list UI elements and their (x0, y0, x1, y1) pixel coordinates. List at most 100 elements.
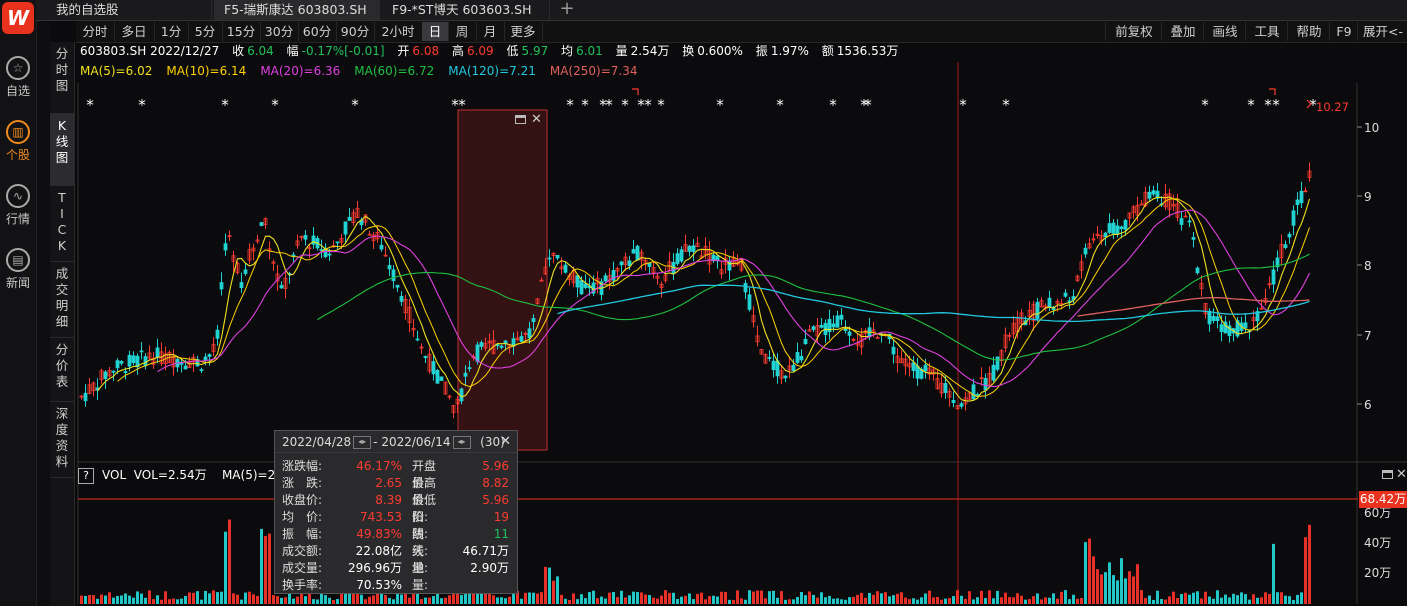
volume-bar (1124, 578, 1127, 604)
volume-bar (112, 597, 115, 604)
volume-bar (840, 599, 843, 604)
candle-body (531, 318, 536, 323)
volume-bar (404, 592, 407, 604)
volume-bar (496, 597, 499, 604)
volume-bar (732, 599, 735, 604)
volume-bar (100, 594, 103, 604)
kline-chart[interactable]: * * * * * * * * * ** * * * * * * * ** * * * * * * * (0, 0, 1407, 606)
candle-body (343, 221, 348, 235)
volume-bar (1100, 574, 1103, 604)
stats-cell: 8.39 (375, 493, 402, 507)
candle-body (1151, 190, 1156, 195)
candle-body (183, 365, 188, 370)
candle-body (1287, 233, 1292, 238)
candle-body (519, 336, 524, 342)
volume-bar (1292, 599, 1295, 604)
range-end-stepper-icon[interactable]: ◂▸ (452, 436, 471, 449)
signal-marker: * (605, 96, 613, 114)
volume-bar (180, 598, 183, 604)
candle-body (215, 329, 220, 339)
volume-bar (440, 598, 443, 604)
volume-bar (336, 599, 339, 604)
volume-bar (460, 594, 463, 604)
range-header: 2022/04/28 ◂▸ - 2022/06/14 ◂▸ (30) (275, 431, 517, 453)
stats-cell: 2.90万 (470, 561, 509, 575)
candle-body (771, 360, 776, 371)
candle-body (679, 249, 684, 262)
stats-cell: 70.53% (356, 578, 402, 592)
range-start-stepper-icon[interactable]: ◂▸ (353, 436, 372, 449)
volume-bar (692, 599, 695, 604)
volume-bar (928, 590, 931, 604)
volume-bar (924, 593, 927, 604)
signal-marker: * (776, 96, 784, 114)
volume-bar (1224, 594, 1227, 604)
volume-bar (1052, 593, 1055, 604)
volume-bar (152, 599, 155, 604)
selection-maximize-icon[interactable] (515, 115, 526, 124)
ma-line (1077, 296, 1310, 317)
volume-bar (748, 590, 751, 604)
candle-body (1107, 223, 1112, 233)
candle-body (991, 364, 996, 381)
volume-bar (120, 595, 123, 604)
help-icon[interactable]: ? (78, 468, 94, 484)
volume-bar (140, 593, 143, 604)
stats-row: 成交额: 22.08亿天 量: 46.71万 (282, 543, 512, 575)
volume-bar (108, 592, 111, 604)
volume-bar (492, 595, 495, 604)
stats-row: 换手率: 70.53% (282, 577, 512, 594)
volume-bar (504, 598, 507, 604)
popup-close-icon[interactable]: ✕ (500, 435, 511, 448)
volume-bar (184, 595, 187, 604)
volume-bar (1000, 597, 1003, 604)
candle-body (239, 282, 244, 289)
candle-body (1123, 220, 1128, 230)
candle-body (835, 315, 840, 328)
selection-close-icon[interactable]: ✕ (531, 113, 542, 126)
candle-body (463, 372, 468, 377)
volume-bar (884, 592, 887, 604)
candle-body (783, 375, 788, 379)
stats-row: 涨 跌: 2.65 最高价: 8.82 (282, 475, 512, 507)
volume-bar (128, 595, 131, 604)
volume-bar (576, 599, 579, 604)
ma-line (157, 209, 1310, 388)
volume-bar (908, 599, 911, 604)
candle-body (479, 342, 484, 347)
stats-cell: 22.08亿 (355, 544, 402, 558)
signal-marker: * (829, 96, 837, 114)
volume-bar (1264, 592, 1267, 604)
volume-bar (1220, 597, 1223, 604)
stats-cell: 振 幅: (282, 527, 323, 541)
volume-bar (1216, 590, 1219, 604)
stats-cell: 涨跌幅: (282, 459, 323, 473)
volume-bar (400, 594, 403, 604)
volume-bar (1232, 593, 1235, 604)
maximize-volume-icon[interactable] (1382, 470, 1393, 479)
volume-bar (676, 598, 679, 604)
volume-bar (228, 519, 231, 604)
volume-bar (88, 595, 91, 604)
stats-cell: 46.17% (356, 459, 402, 473)
signal-marker: * (621, 96, 629, 114)
candle-body (431, 361, 436, 375)
signal-marker: * (1272, 96, 1280, 114)
volume-bar (1188, 594, 1191, 604)
volume-bar (240, 599, 243, 604)
stats-cell: 2.65 (375, 476, 402, 490)
candle-body (971, 384, 976, 400)
volume-bar (800, 591, 803, 604)
volume-bar (584, 598, 587, 604)
volume-bar (788, 599, 791, 604)
volume-bar (1060, 591, 1063, 604)
close-volume-icon[interactable]: ✕ (1396, 468, 1407, 481)
stats-cell: 5.96 (482, 459, 509, 473)
volume-bar (212, 590, 215, 604)
volume-bar (864, 597, 867, 604)
candle-body (575, 275, 580, 288)
candle-body (555, 255, 560, 259)
signal-marker: * (86, 96, 94, 114)
candle-body (547, 257, 552, 260)
volume-bar (776, 597, 779, 604)
